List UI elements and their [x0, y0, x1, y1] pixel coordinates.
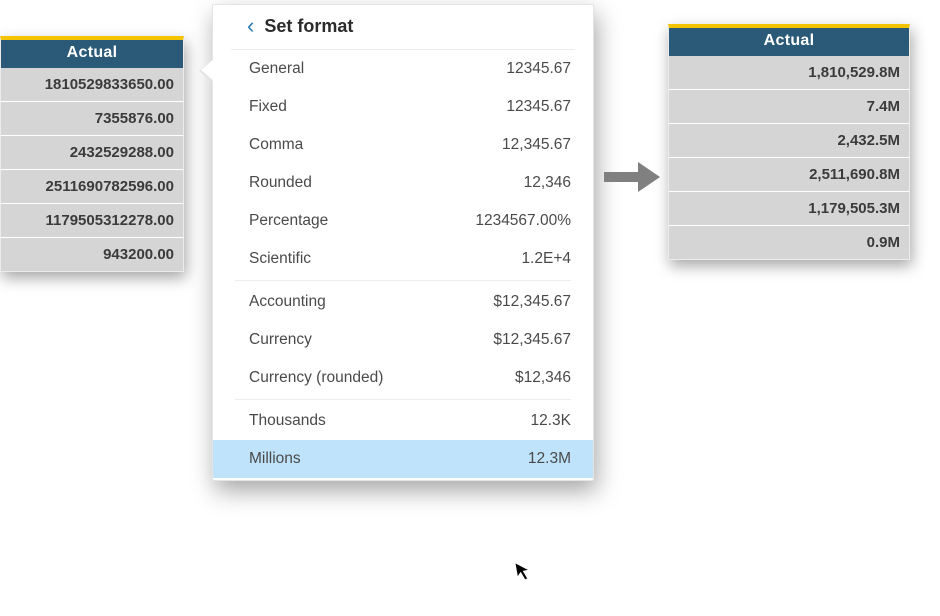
cell-value: 0.9M — [867, 234, 900, 251]
after-table: Actual 1,810,529.8M 7.4M 2,432.5M 2,511,690… — [668, 24, 910, 260]
format-option-sample: 12345.67 — [506, 60, 571, 78]
format-option[interactable]: Scientific 1.2E+4 — [213, 240, 593, 278]
table-row[interactable]: 1179505312278.00 — [1, 204, 183, 238]
format-option-sample: 12345.67 — [506, 98, 571, 116]
format-option-name: Currency (rounded) — [249, 369, 383, 387]
cell-value: 1810529833650.00 — [45, 76, 174, 93]
format-option-name: Fixed — [249, 98, 287, 116]
popup-title: Set format — [264, 16, 353, 37]
table-row[interactable]: 2432529288.00 — [1, 136, 183, 170]
before-table-header: Actual — [1, 40, 183, 68]
table-row[interactable]: 2,511,690.8M — [669, 158, 909, 192]
format-option-sample: 12,345.67 — [502, 136, 571, 154]
cell-value: 943200.00 — [103, 246, 174, 263]
set-format-popup: ‹ Set format General 12345.67 Fixed 12345.6… — [212, 4, 594, 481]
format-option[interactable]: Currency (rounded) $12,346 — [213, 359, 593, 397]
table-row[interactable]: 7355876.00 — [1, 102, 183, 136]
format-option-name: Millions — [249, 450, 301, 468]
table-row[interactable]: 1,810,529.8M — [669, 56, 909, 90]
format-option-sample: 12.3M — [528, 450, 571, 468]
format-option-name: Comma — [249, 136, 303, 154]
cell-value: 7355876.00 — [95, 110, 174, 127]
format-option-sample: 12,346 — [524, 174, 571, 192]
table-row[interactable]: 1810529833650.00 — [1, 68, 183, 102]
separator — [235, 399, 571, 400]
cell-value: 2511690782596.00 — [46, 178, 174, 195]
format-option[interactable]: Millions 12.3M — [213, 440, 593, 478]
cell-value: 2432529288.00 — [70, 144, 174, 161]
table-row[interactable]: 943200.00 — [1, 238, 183, 271]
cell-value: 2,432.5M — [837, 132, 900, 149]
cell-value: 2,511,690.8M — [809, 166, 900, 183]
format-option-name: Currency — [249, 331, 312, 349]
format-option-sample: 1.2E+4 — [521, 250, 571, 268]
cell-value: 7.4M — [867, 98, 900, 115]
table-row[interactable]: 7.4M — [669, 90, 909, 124]
format-option-name: Percentage — [249, 212, 328, 230]
cursor-icon — [514, 559, 537, 590]
format-option-name: General — [249, 60, 304, 78]
format-option-name: Scientific — [249, 250, 311, 268]
after-table-header: Actual — [669, 28, 909, 56]
format-option-sample: $12,345.67 — [493, 331, 571, 349]
format-option-sample: $12,346 — [515, 369, 571, 387]
format-option[interactable]: Fixed 12345.67 — [213, 88, 593, 126]
table-row[interactable]: 2,432.5M — [669, 124, 909, 158]
format-option-name: Accounting — [249, 293, 326, 311]
format-option-sample: $12,345.67 — [493, 293, 571, 311]
format-option[interactable]: General 12345.67 — [213, 50, 593, 88]
separator — [235, 280, 571, 281]
arrow-icon — [604, 160, 660, 194]
format-option[interactable]: Thousands 12.3K — [213, 402, 593, 440]
table-row[interactable]: 1,179,505.3M — [669, 192, 909, 226]
cell-value: 1,179,505.3M — [808, 200, 900, 217]
format-option[interactable]: Currency $12,345.67 — [213, 321, 593, 359]
format-option[interactable]: Accounting $12,345.67 — [213, 283, 593, 321]
cell-value: 1179505312278.00 — [46, 212, 174, 229]
format-option[interactable]: Percentage 1234567.00% — [213, 202, 593, 240]
format-option-name: Thousands — [249, 412, 326, 430]
format-option[interactable]: Comma 12,345.67 — [213, 126, 593, 164]
format-list: General 12345.67 Fixed 12345.67 Comma 12,345.… — [213, 50, 593, 478]
format-option-sample: 12.3K — [530, 412, 571, 430]
table-row[interactable]: 2511690782596.00 — [1, 170, 183, 204]
before-table: Actual 1810529833650.00 7355876.00 2432529… — [0, 36, 184, 272]
back-button[interactable]: ‹ — [245, 15, 256, 37]
format-option-sample: 1234567.00% — [475, 212, 571, 230]
table-row[interactable]: 0.9M — [669, 226, 909, 259]
cell-value: 1,810,529.8M — [808, 64, 900, 81]
format-option[interactable]: Rounded 12,346 — [213, 164, 593, 202]
format-option-name: Rounded — [249, 174, 312, 192]
